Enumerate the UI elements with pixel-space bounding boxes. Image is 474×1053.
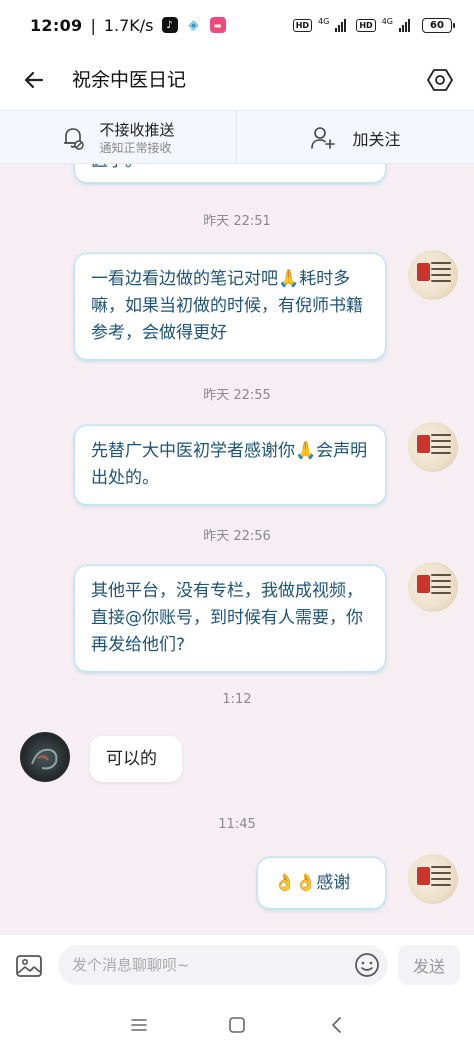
- emoji-icon: [355, 953, 379, 977]
- image-picker-button[interactable]: [14, 951, 44, 981]
- my-avatar[interactable]: [408, 562, 458, 612]
- message-input-bar: 发个消息聊聊呗~ 发送: [0, 934, 474, 996]
- message-bubble-received[interactable]: 可以的: [90, 736, 182, 782]
- add-user-icon: [311, 127, 336, 149]
- seal-mark: [417, 867, 430, 885]
- seal-mark: [417, 263, 430, 281]
- image-icon: [16, 955, 42, 977]
- app-badge-icon: ▬: [209, 17, 226, 33]
- timestamp: 昨天 22:56: [203, 529, 271, 544]
- menu-icon: [131, 1019, 147, 1031]
- timestamp: 1:12: [222, 692, 252, 707]
- calligraphy-marks: [431, 862, 451, 894]
- hd-icon: HD: [356, 18, 376, 32]
- follow-label: 加关注: [352, 130, 401, 149]
- timestamp: 昨天 22:55: [203, 388, 271, 403]
- network-type: 4G: [381, 16, 393, 26]
- message-bubble[interactable]: 一看边看边做的笔记对吧🙏耗时多嘛，如果当初做的时候，有倪师书籍参考，会做得更好: [75, 254, 385, 359]
- send-button[interactable]: 发送: [398, 945, 460, 985]
- follow-button[interactable]: 加关注: [237, 111, 474, 165]
- calligraphy-marks: [431, 570, 451, 602]
- contact-avatar-image: [31, 748, 58, 770]
- tiktok-icon: ♪: [161, 17, 178, 33]
- message-bubble[interactable]: 其他平台，没有专栏，我做成视频，直接@你账号，到时候有人需要，你再发给他们?: [75, 566, 385, 671]
- message-text: 可以的: [106, 749, 157, 769]
- status-time: 12:09: [30, 15, 83, 35]
- my-avatar[interactable]: [408, 854, 458, 904]
- notification-setting-title: 不接收推送: [99, 120, 175, 139]
- signal-icon: [399, 18, 410, 32]
- calligraphy-marks: [431, 258, 451, 290]
- hexagon-settings-icon: [427, 69, 453, 91]
- nav-home-button[interactable]: [222, 1010, 252, 1040]
- network-type: 4G: [318, 16, 330, 26]
- nav-back-button[interactable]: [322, 1010, 352, 1040]
- home-square-icon: [229, 1017, 245, 1033]
- notification-setting-text: 不接收推送 通知正常接收: [99, 120, 174, 157]
- message-bubble-partial[interactable]: 医学。: [75, 164, 385, 182]
- calligraphy-marks: [431, 430, 451, 462]
- app-header: 祝余中医日记: [0, 50, 474, 110]
- message-text: 👌👌感谢: [274, 873, 351, 893]
- notification-setting-subtitle: 通知正常接收: [99, 140, 172, 155]
- network-speed: 1.7K/s: [103, 15, 154, 35]
- status-right: HD 4G HD 4G 60: [292, 16, 455, 34]
- page-title: 祝余中医日记: [72, 69, 187, 91]
- emoji-button[interactable]: [354, 952, 380, 978]
- message-text: 一看边看边做的笔记对吧🙏耗时多嘛，如果当初做的时候，有倪师书籍参考，会做得更好: [91, 269, 363, 343]
- status-bar: 12:09 | 1.7K/s ♪ ◈ ▬ HD 4G HD 4G 60: [0, 0, 474, 50]
- system-nav-bar: [0, 996, 474, 1053]
- seal-mark: [417, 575, 430, 593]
- chat-area[interactable]: 医学。 昨天 22:51 一看边看边做的笔记对吧🙏耗时多嘛，如果当初做的时候，有…: [0, 164, 474, 934]
- nav-menu-button[interactable]: [124, 1010, 154, 1040]
- status-divider: |: [90, 15, 96, 35]
- timestamp: 11:45: [218, 817, 256, 832]
- my-avatar[interactable]: [408, 422, 458, 472]
- seal-mark: [417, 435, 430, 453]
- chevron-left-icon: [332, 1017, 341, 1033]
- message-text: 先替广大中医初学者感谢你🙏会声明出处的。: [91, 441, 368, 488]
- message-bubble[interactable]: 👌👌感谢: [258, 858, 385, 908]
- notification-setting-button[interactable]: 不接收推送 通知正常接收: [0, 111, 237, 165]
- signal-icon: [335, 18, 347, 32]
- arrow-left-icon: [24, 71, 44, 89]
- message-text: 医学。: [91, 164, 142, 175]
- contact-avatar[interactable]: [20, 732, 70, 782]
- subscription-bar: 不接收推送 通知正常接收 加关注: [0, 110, 474, 165]
- message-input[interactable]: 发个消息聊聊呗~: [58, 945, 388, 985]
- battery-icon: 60: [422, 17, 455, 33]
- my-avatar[interactable]: [408, 250, 458, 300]
- hd-icon: HD: [292, 18, 313, 32]
- message-bubble[interactable]: 先替广大中医初学者感谢你🙏会声明出处的。: [75, 426, 385, 504]
- settings-button[interactable]: [424, 64, 456, 96]
- timestamp: 昨天 22:51: [203, 214, 271, 229]
- status-left: 12:09 | 1.7K/s ♪ ◈ ▬: [30, 16, 226, 35]
- app-notification-icon: ◈: [185, 17, 202, 33]
- bell-muted-icon: [64, 128, 85, 150]
- message-text: 其他平台，没有专栏，我做成视频，直接@你账号，到时候有人需要，你再发给他们?: [91, 581, 363, 655]
- back-button[interactable]: [18, 64, 50, 96]
